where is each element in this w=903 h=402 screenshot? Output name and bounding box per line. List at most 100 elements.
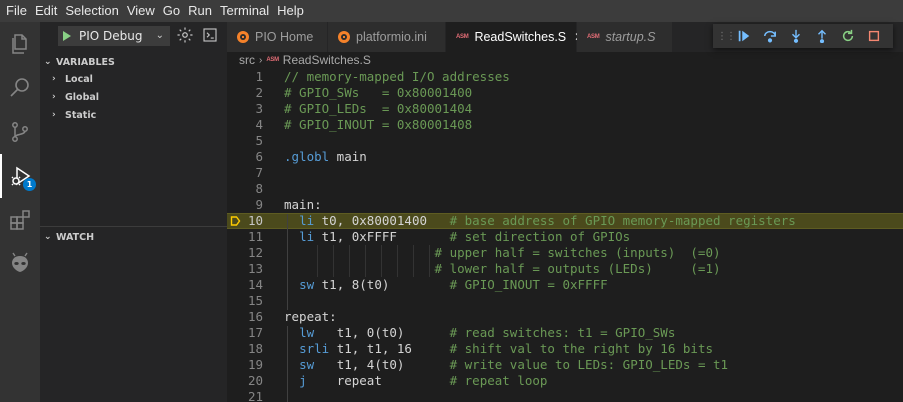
step-into-button[interactable]	[783, 25, 809, 47]
tab-readswitches[interactable]: ASM ReadSwitches.S ✕	[446, 22, 584, 52]
code-line[interactable]: 11 li t1, 0xFFFF # set direction of GPIO…	[227, 229, 903, 245]
line-number[interactable]: 13	[227, 261, 263, 277]
line-number[interactable]: 15	[227, 293, 263, 309]
debug-config-select[interactable]: PIO Debug ⌄	[58, 26, 170, 46]
gear-icon[interactable]	[176, 26, 194, 44]
tab-platformio-ini[interactable]: platformio.ini	[328, 22, 446, 52]
code-line[interactable]: 12 # upper half = switches (inputs) (=0)	[227, 245, 903, 261]
code-line[interactable]: 1 // memory-mapped I/O addresses	[227, 69, 903, 85]
breadcrumb: src › ASM ReadSwitches.S	[227, 52, 903, 68]
tab-label: PIO Home	[255, 30, 314, 44]
line-number[interactable]: 20	[227, 373, 263, 389]
watch-section-header[interactable]: ⌄ WATCH	[40, 227, 227, 247]
code-line[interactable]: 21	[227, 389, 903, 402]
code-line[interactable]: 9 main:	[227, 197, 903, 213]
code-line[interactable]: 20 j repeat # repeat loop	[227, 373, 903, 389]
line-number[interactable]: 18	[227, 341, 263, 357]
code-line[interactable]: 19 sw t1, 4(t0) # write value to LEDs: G…	[227, 357, 903, 373]
code-line[interactable]: 4 # GPIO_INOUT = 0x80001408	[227, 117, 903, 133]
menu-bar: File Edit Selection View Go Run Terminal…	[0, 0, 903, 22]
line-number[interactable]: 3	[227, 101, 263, 117]
explorer-button[interactable]	[0, 22, 40, 66]
code-text: srli t1, t1, 16 # shift val to the right…	[284, 341, 713, 357]
drag-handle-icon[interactable]: ⋮⋮	[717, 31, 736, 42]
code-token: j	[299, 373, 307, 388]
tab-startup[interactable]: ASM startup.S	[577, 22, 673, 52]
code-token: # GPIO_INOUT = 0xFFFF	[449, 277, 608, 292]
breadcrumb-folder[interactable]: src	[239, 53, 255, 67]
line-number[interactable]: 8	[227, 181, 263, 197]
code-token: repeat:	[284, 309, 337, 324]
line-number[interactable]: 17	[227, 325, 263, 341]
line-number[interactable]: 5	[227, 133, 263, 149]
search-button[interactable]	[0, 66, 40, 110]
line-number[interactable]: 21	[227, 389, 263, 402]
line-number[interactable]: 4	[227, 117, 263, 133]
line-number[interactable]: 11	[227, 229, 263, 245]
line-number[interactable]: 1	[227, 69, 263, 85]
code-line[interactable]: 7	[227, 165, 903, 181]
code-line[interactable]: 5	[227, 133, 903, 149]
code-token: sw	[299, 277, 315, 292]
code-line[interactable]: 2 # GPIO_SWs = 0x80001400	[227, 85, 903, 101]
variables-item-global[interactable]: › Global	[40, 88, 227, 106]
variables-item-static[interactable]: › Static	[40, 106, 227, 124]
line-number[interactable]: 2	[227, 85, 263, 101]
code-line[interactable]: 13 # lower half = outputs (LEDs) (=1)	[227, 261, 903, 277]
debug-console-icon[interactable]	[201, 26, 219, 44]
menu-selection[interactable]: Selection	[61, 0, 122, 22]
run-debug-button[interactable]: 1	[0, 154, 40, 198]
menu-go[interactable]: Go	[159, 0, 184, 22]
code-token: # GPIO_SWs = 0x80001400	[284, 85, 473, 100]
step-over-button[interactable]	[757, 25, 783, 47]
indent-guide	[317, 245, 318, 277]
line-number[interactable]: 16	[227, 309, 263, 325]
indent-guide	[397, 245, 398, 277]
menu-help[interactable]: Help	[273, 0, 308, 22]
code-editor[interactable]: 1 // memory-mapped I/O addresses 2 # GPIO_S…	[227, 68, 903, 402]
breadcrumb-file[interactable]: ReadSwitches.S	[283, 53, 371, 67]
extensions-button[interactable]	[0, 198, 40, 242]
code-token: # base address of GPIO memory-mapped reg…	[449, 213, 796, 228]
platformio-button[interactable]	[0, 242, 40, 286]
code-token: # repeat loop	[449, 373, 548, 388]
code-line[interactable]: 14 sw t1, 8(t0) # GPIO_INOUT = 0xFFFF	[227, 277, 903, 293]
code-token: t1, 8(t0)	[314, 277, 450, 292]
menu-file[interactable]: File	[2, 0, 31, 22]
menu-run[interactable]: Run	[184, 0, 216, 22]
step-out-button[interactable]	[809, 25, 835, 47]
code-line[interactable]: 3 # GPIO_LEDs = 0x80001404	[227, 101, 903, 117]
source-control-button[interactable]	[0, 110, 40, 154]
line-number[interactable]: 19	[227, 357, 263, 373]
menu-terminal[interactable]: Terminal	[216, 0, 273, 22]
code-line[interactable]: 10 li t0, 0x80001400 # base address of G…	[227, 213, 903, 229]
line-number[interactable]: 12	[227, 245, 263, 261]
search-icon	[10, 78, 29, 97]
line-number[interactable]: 7	[227, 165, 263, 181]
platformio-icon	[338, 31, 350, 43]
variables-section-header[interactable]: ⌄ VARIABLES	[40, 52, 227, 72]
tab-pio-home[interactable]: PIO Home	[227, 22, 328, 52]
code-line[interactable]: 17 lw t1, 0(t0) # read switches: t1 = GP…	[227, 325, 903, 341]
menu-edit[interactable]: Edit	[31, 0, 61, 22]
code-line[interactable]: 16 repeat:	[227, 309, 903, 325]
stop-button[interactable]	[861, 25, 887, 47]
line-number[interactable]: 6	[227, 149, 263, 165]
code-line[interactable]: 6 .globl main	[227, 149, 903, 165]
continue-icon	[738, 30, 750, 42]
line-number[interactable]: 9	[227, 197, 263, 213]
continue-button[interactable]	[731, 25, 757, 47]
code-line[interactable]: 8	[227, 181, 903, 197]
restart-icon	[842, 29, 854, 42]
code-token: lw	[299, 325, 315, 340]
indent-guide	[429, 245, 430, 277]
line-number[interactable]: 14	[227, 277, 263, 293]
code-token: # GPIO_LEDs = 0x80001404	[284, 101, 473, 116]
restart-button[interactable]	[835, 25, 861, 47]
variables-item-local[interactable]: › Local	[40, 70, 227, 88]
menu-view[interactable]: View	[123, 0, 159, 22]
code-line[interactable]: 18 srli t1, t1, 16 # shift val to the ri…	[227, 341, 903, 357]
start-debugging-icon[interactable]	[63, 31, 71, 41]
chevron-down-icon: ⌄	[44, 57, 52, 67]
code-line[interactable]: 15	[227, 293, 903, 309]
